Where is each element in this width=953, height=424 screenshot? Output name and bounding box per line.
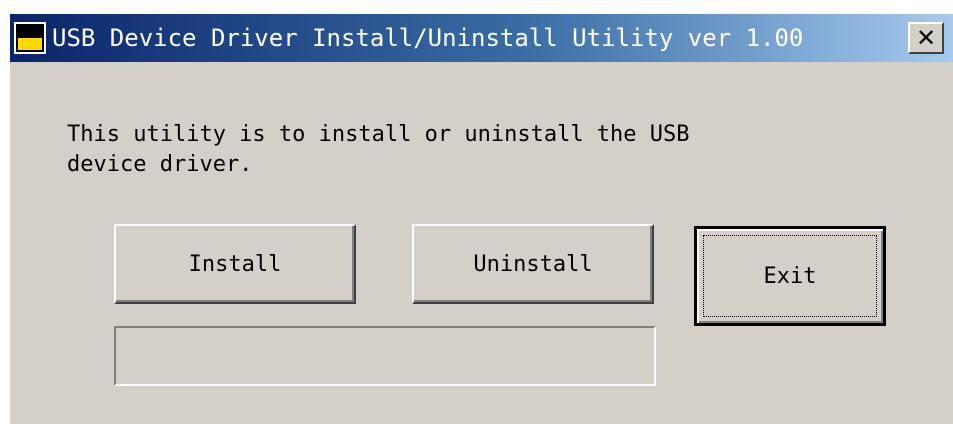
- app-icon[interactable]: [14, 22, 46, 54]
- dialog-window: USB Device Driver Install/Uninstall Util…: [10, 14, 953, 424]
- description-line-1: This utility is to install or uninstall …: [67, 122, 690, 147]
- title-bar[interactable]: USB Device Driver Install/Uninstall Util…: [10, 14, 953, 62]
- status-field: [114, 326, 656, 386]
- window-title: USB Device Driver Install/Uninstall Util…: [52, 24, 804, 52]
- description-text: This utility is to install or uninstall …: [67, 120, 867, 180]
- close-icon: ✕: [915, 24, 937, 52]
- exit-button[interactable]: Exit: [694, 226, 886, 326]
- close-button[interactable]: ✕: [908, 22, 944, 54]
- install-button-label: Install: [188, 251, 282, 277]
- description-line-2: device driver.: [67, 152, 253, 177]
- install-button[interactable]: Install: [114, 224, 356, 304]
- exit-button-label: Exit: [763, 263, 817, 289]
- app-icon-fill: [18, 38, 42, 50]
- uninstall-button-label: Uninstall: [473, 251, 593, 277]
- uninstall-button[interactable]: Uninstall: [412, 224, 654, 304]
